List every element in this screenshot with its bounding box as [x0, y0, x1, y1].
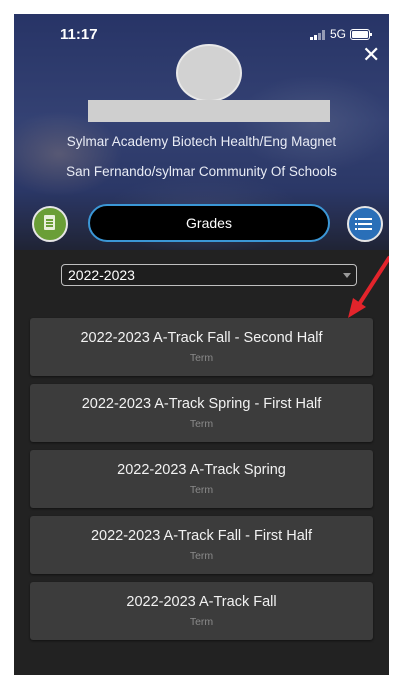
nav-row: Grades: [14, 204, 389, 246]
year-select-value: 2022-2023: [68, 267, 135, 283]
term-subtitle: Term: [189, 418, 214, 430]
community-name: San Fernando/sylmar Community Of Schools: [66, 164, 337, 179]
term-title: 2022-2023 A-Track Fall - Second Half: [80, 330, 323, 346]
term-card[interactable]: 2022-2023 A-Track Fall Term: [30, 582, 373, 640]
grades-label: Grades: [186, 215, 232, 231]
school-name: Sylmar Academy Biotech Health/Eng Magnet: [66, 134, 337, 149]
list-icon[interactable]: [347, 206, 383, 242]
term-card[interactable]: 2022-2023 A-Track Fall - First Half Term: [30, 516, 373, 574]
term-title: 2022-2023 A-Track Fall - First Half: [90, 528, 313, 544]
status-bar: 11:17 5G: [14, 26, 389, 46]
app-screen: 11:17 5G ✕ Sylmar Academy Biotech Health…: [14, 14, 389, 675]
document-icon[interactable]: [32, 206, 68, 242]
signal-icon: [310, 30, 326, 40]
term-subtitle: Term: [189, 484, 214, 496]
term-subtitle: Term: [189, 352, 214, 364]
student-name-redacted: [88, 100, 330, 122]
term-card[interactable]: 2022-2023 A-Track Spring Term: [30, 450, 373, 508]
network-label: 5G: [330, 27, 347, 41]
term-title: 2022-2023 A-Track Fall: [126, 594, 277, 610]
term-card[interactable]: 2022-2023 A-Track Spring - First Half Te…: [30, 384, 373, 442]
avatar: [176, 44, 242, 102]
term-subtitle: Term: [189, 550, 214, 562]
year-select[interactable]: 2022-2023: [61, 264, 357, 286]
status-time: 11:17: [60, 26, 98, 43]
battery-icon: [350, 29, 372, 40]
term-card[interactable]: 2022-2023 A-Track Fall - Second Half Ter…: [30, 318, 373, 376]
term-title: 2022-2023 A-Track Spring - First Half: [81, 396, 322, 412]
grades-button[interactable]: Grades: [88, 204, 330, 242]
term-title: 2022-2023 A-Track Spring: [117, 462, 286, 478]
red-arrow-annotation: [348, 256, 389, 318]
close-icon[interactable]: ✕: [362, 44, 380, 66]
term-subtitle: Term: [189, 616, 214, 628]
